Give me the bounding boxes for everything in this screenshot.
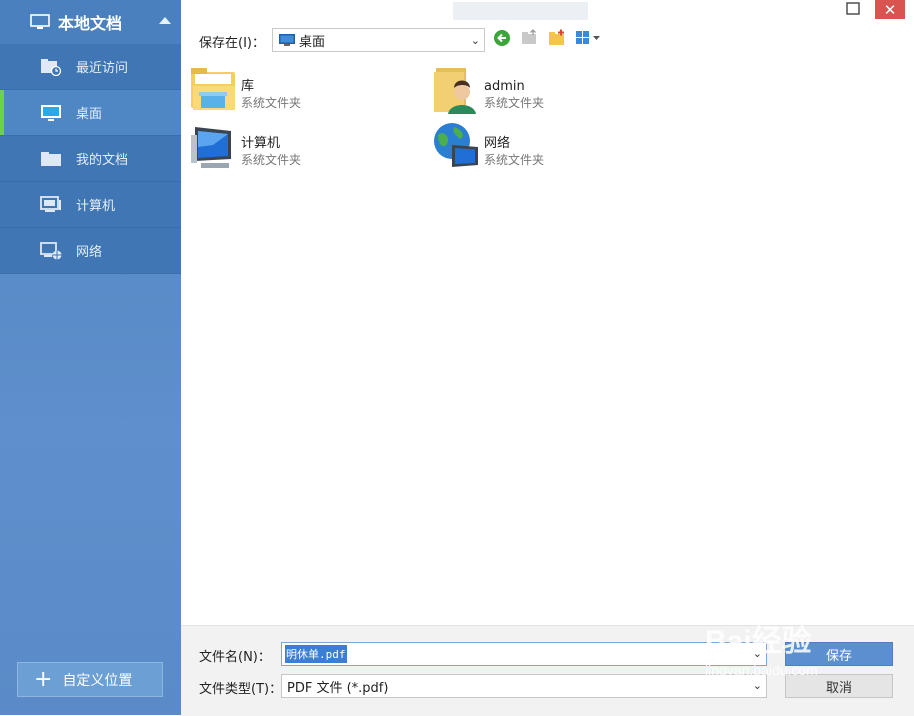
file-item-admin[interactable]: admin 系统文件夹 (432, 64, 544, 114)
view-menu-icon[interactable] (575, 29, 603, 47)
file-name: admin (484, 79, 525, 94)
back-icon[interactable] (493, 29, 513, 47)
file-name: 网络 (484, 136, 511, 151)
custom-location-label: 自定义位置 (62, 672, 133, 689)
sidebar-item-network[interactable]: 网络 (0, 228, 181, 274)
location-dropdown[interactable]: 桌面 ⌄ (272, 28, 485, 52)
sidebar-item-computer[interactable]: 计算机 (0, 182, 181, 228)
sidebar-item-label: 网络 (76, 245, 103, 260)
file-item-network[interactable]: 网络 系统文件夹 (432, 121, 544, 171)
sidebar-list: 最近访问 桌面 我的文档 计算机 网络 (0, 44, 181, 274)
recent-folder-icon (41, 58, 62, 76)
folder-icon (41, 151, 61, 166)
sidebar-item-desktop[interactable]: 桌面 (0, 90, 181, 136)
filename-label: 文件名(N)： (199, 650, 271, 665)
filetype-dropdown[interactable]: PDF 文件 (*.pdf) ⌄ (281, 674, 767, 698)
custom-location-button[interactable]: + 自定义位置 (17, 662, 163, 697)
filename-value: 明休单.pdf (285, 645, 347, 663)
file-description: 系统文件夹 (484, 96, 545, 110)
computer-icon (40, 195, 61, 212)
cancel-button[interactable]: 取消 (785, 674, 893, 698)
file-item-library[interactable]: 库 系统文件夹 (189, 64, 301, 114)
desktop-icon (41, 104, 61, 121)
sidebar-item-label: 最近访问 (76, 61, 129, 76)
save-button-label: 保存 (825, 648, 852, 664)
file-name: 计算机 (241, 136, 281, 151)
file-item-computer[interactable]: 计算机 系统文件夹 (189, 121, 301, 171)
blurred-title (453, 2, 588, 20)
user-folder-icon (434, 68, 476, 114)
network-icon (40, 241, 62, 259)
sidebar-header-title: 本地文档 (58, 14, 123, 33)
filetype-label: 文件类型(T)： (199, 682, 283, 697)
save-in-label: 保存在(I)： (199, 36, 265, 51)
main-panel: ✕ 保存在(I)： 桌面 ⌄ 库 系统文件夹 admin 系统文件夹 计算机 系… (181, 0, 914, 716)
close-icon: ✕ (883, 0, 897, 19)
location-value: 桌面 (299, 34, 326, 50)
sidebar: 本地文档 最近访问 桌面 我的文档 计算机 网络 + 自定义位置 (0, 0, 181, 715)
plus-icon: + (34, 666, 53, 692)
new-folder-icon[interactable] (547, 29, 567, 47)
filename-input[interactable]: 明休单.pdf ⌄ (281, 642, 767, 666)
save-button[interactable]: 保存 (785, 642, 893, 666)
up-folder-icon[interactable] (520, 29, 540, 47)
file-description: 系统文件夹 (241, 153, 302, 167)
network-globe-icon (434, 123, 478, 167)
monitor-icon (30, 14, 50, 29)
sidebar-item-label: 桌面 (76, 107, 103, 122)
chevron-down-icon[interactable]: ⌄ (753, 647, 762, 660)
close-button[interactable]: ✕ (875, 0, 905, 19)
title-bar: ✕ (181, 0, 914, 24)
dialog-footer: 文件名(N)： 明休单.pdf ⌄ 文件类型(T)： PDF 文件 (*.pdf… (181, 625, 914, 716)
sidebar-item-label: 我的文档 (76, 153, 129, 168)
chevron-down-icon: ⌄ (470, 34, 480, 47)
collapse-triangle-icon[interactable] (159, 17, 171, 24)
desktop-icon (279, 34, 295, 46)
toolbar: 保存在(I)： 桌面 ⌄ (181, 24, 914, 58)
maximize-button[interactable] (841, 0, 865, 20)
sidebar-item-documents[interactable]: 我的文档 (0, 136, 181, 182)
cancel-button-label: 取消 (825, 680, 852, 696)
file-name: 库 (241, 79, 255, 94)
file-description: 系统文件夹 (241, 96, 302, 110)
sidebar-header[interactable]: 本地文档 (0, 0, 181, 44)
chevron-down-icon: ⌄ (752, 679, 762, 692)
sidebar-item-label: 计算机 (76, 199, 116, 214)
computer-icon (191, 127, 231, 168)
library-icon (191, 68, 235, 110)
file-list-area: 库 系统文件夹 admin 系统文件夹 计算机 系统文件夹 网络 系统文件夹 (181, 58, 914, 625)
filetype-value: PDF 文件 (*.pdf) (287, 680, 389, 696)
sidebar-item-recent[interactable]: 最近访问 (0, 44, 181, 90)
file-description: 系统文件夹 (484, 153, 545, 167)
